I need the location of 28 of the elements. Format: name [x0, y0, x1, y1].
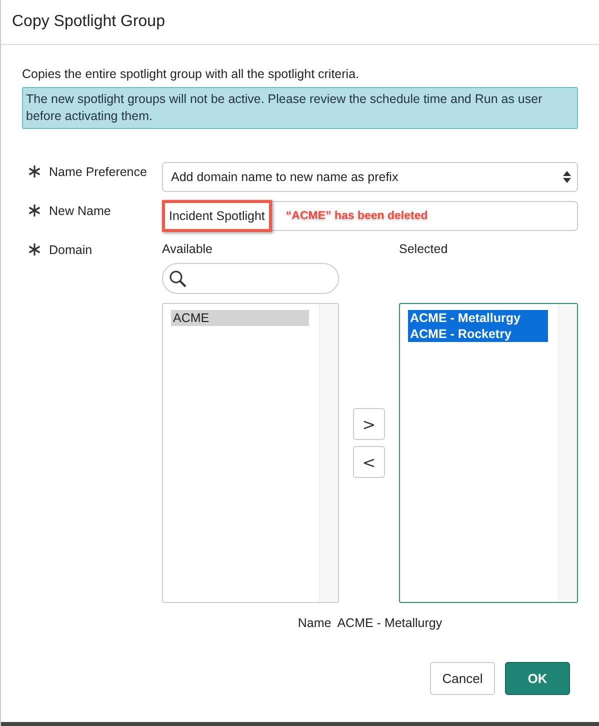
field-label: Domain — [49, 243, 92, 257]
scrollbar[interactable] — [558, 304, 577, 602]
name-preference-select[interactable]: Add domain name to new name as prefix — [162, 162, 578, 192]
move-button[interactable]: < — [353, 446, 385, 478]
move-button[interactable]: > — [353, 408, 385, 440]
scrollbar[interactable] — [319, 304, 338, 602]
list-item[interactable]: ACME - Metallurgy — [408, 310, 548, 326]
info-message: The new spotlight groups will not be active. Please review the schedule time and Run as user before activating them. — [22, 87, 578, 129]
search-field[interactable] — [162, 263, 339, 294]
list-item[interactable]: ACME - Rocketry — [408, 326, 548, 342]
column-heading: Available — [162, 242, 214, 257]
annotation-text: “ACME” has been deleted — [286, 210, 428, 222]
ok-button[interactable]: OK — [505, 662, 570, 695]
column-heading: Selected — [399, 242, 449, 257]
field-value: Incident Spotlight — [162, 200, 272, 232]
description-text: Copies the entire spotlight group with all the spotlight criteria. — [22, 67, 360, 81]
list-item[interactable]: ACME — [171, 310, 309, 326]
updown-icon — [563, 171, 571, 183]
name-value: ACME - Metallurgy — [337, 616, 442, 630]
field-label: New Name — [49, 204, 111, 218]
cancel-button[interactable]: Cancel — [430, 662, 495, 695]
name-label: Name — [298, 616, 332, 630]
search-icon — [169, 270, 187, 288]
field-label: Name Preference — [49, 165, 147, 179]
dialog-title: Copy Spotlight Group — [12, 13, 165, 31]
new-name-field[interactable]: Incident Spotlight “ACME” has been deleted — [162, 201, 578, 231]
available-list[interactable]: ACME — [162, 303, 339, 603]
selected-list[interactable]: ACME - Metallurgy ACME - Rocketry — [399, 303, 578, 603]
